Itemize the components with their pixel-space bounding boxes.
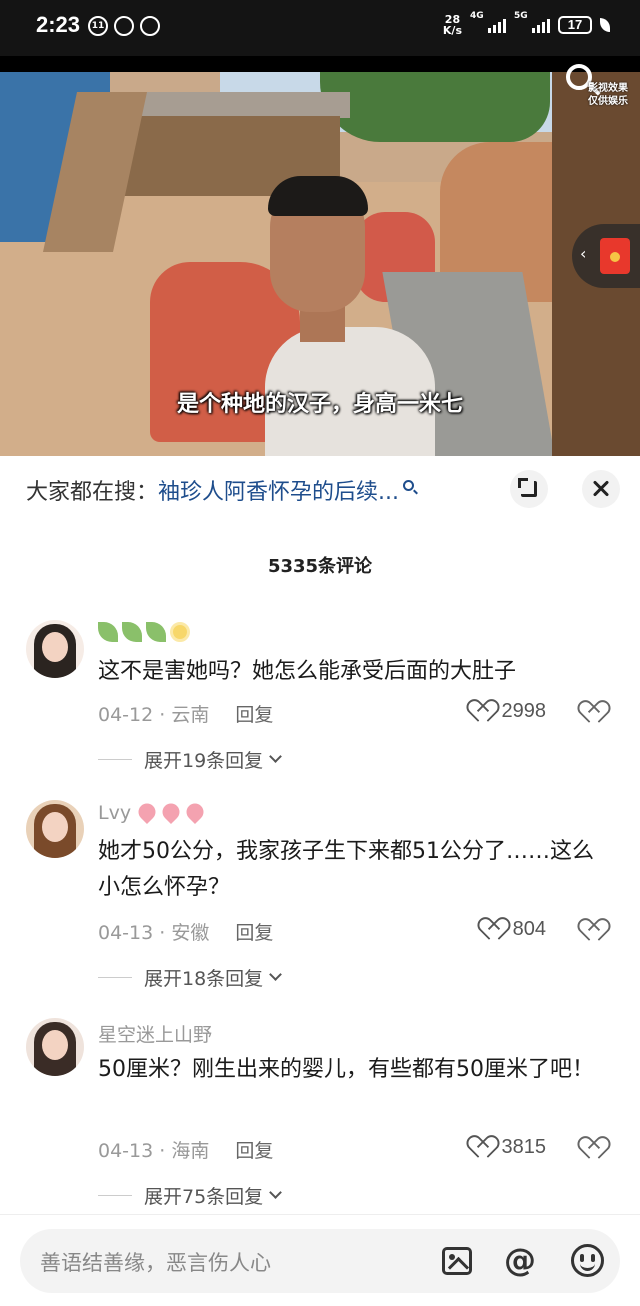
chevron-down-icon: [269, 750, 283, 763]
leaf-emoji-icon: [146, 622, 166, 642]
overlay-disclaimer-line1: 影视效果: [588, 83, 628, 94]
expand-replies-label: 展开18条回复: [144, 968, 264, 990]
expand-replies-button[interactable]: 展开75条回复: [98, 1182, 283, 1209]
comment-meta: 04-12 · 云南 回复: [98, 704, 274, 726]
comment-username[interactable]: [98, 622, 194, 644]
avatar[interactable]: [26, 1018, 84, 1076]
comment-location: 安徽: [171, 922, 210, 944]
clover-emoji-icon: [122, 622, 142, 642]
chevron-left-icon: ‹: [580, 244, 587, 263]
trending-search-query[interactable]: 袖珍人阿香怀孕的后续...: [158, 480, 399, 505]
like-button[interactable]: 804: [483, 918, 546, 941]
comment-date: 04-13: [98, 922, 154, 944]
network-speed-unit: K/s: [442, 24, 462, 37]
status-right-icons: 28 K/s 4G 5G 17: [443, 11, 610, 36]
comment-date: 04-12: [98, 704, 154, 726]
comment-text: 这不是害她吗？她怎么能承受后面的大肚子: [98, 659, 517, 684]
like-button[interactable]: 3815: [472, 1136, 547, 1159]
heart-icon: [472, 1137, 496, 1159]
status-time: 2:23: [36, 12, 81, 37]
trending-search-prefix: 大家都在搜：: [26, 480, 159, 505]
comment-input-bar: 善语结善缘，恶言伤人心 @: [0, 1214, 640, 1306]
comment-location: 云南: [171, 704, 210, 726]
divider: [98, 759, 132, 760]
comment-username[interactable]: 星空迷上山野: [98, 1020, 212, 1047]
comment-location: 海南: [171, 1140, 210, 1162]
overlay-disclaimer: 影视效果 仅供娱乐: [588, 82, 628, 108]
comments-count: 5335条评论: [267, 556, 373, 577]
expand-replies-label: 展开75条回复: [144, 1186, 264, 1208]
expand-icon: [518, 478, 537, 497]
battery-icon: 17: [558, 16, 592, 34]
comment-username-text: 星空迷上山野: [98, 1024, 213, 1046]
signal-5g-icon: 5G: [514, 11, 550, 33]
comment-input-placeholder: 善语结善缘，恶言伤人心: [40, 1251, 271, 1275]
network-speed: 28 K/s: [443, 14, 462, 36]
reply-button[interactable]: 回复: [235, 922, 273, 944]
heart-emoji-icon: [135, 799, 160, 825]
reply-button[interactable]: 回复: [235, 704, 273, 726]
signal-4g-icon: 4G: [470, 11, 506, 33]
expand-replies-button[interactable]: 展开18条回复: [98, 964, 283, 991]
notification-badge-icon: 11: [88, 16, 108, 36]
alarm-icon: [114, 16, 134, 36]
trending-search[interactable]: 大家都在搜：袖珍人阿香怀孕的后续...: [26, 474, 546, 508]
network-type-4g: 4G: [470, 11, 484, 21]
heart-emoji-icon: [159, 799, 184, 825]
image-icon[interactable]: [442, 1247, 472, 1275]
network-type-5g: 5G: [514, 11, 528, 21]
search-icon: [403, 480, 414, 491]
chevron-down-icon: [269, 968, 283, 981]
comment-input[interactable]: 善语结善缘，恶言伤人心 @: [20, 1229, 620, 1293]
dislike-button[interactable]: [582, 1138, 608, 1162]
like-count: 2998: [501, 700, 547, 722]
like-button[interactable]: 2998: [472, 700, 547, 723]
avatar[interactable]: [26, 800, 84, 858]
chevron-down-icon: [269, 1186, 283, 1199]
heart-emoji-icon: [183, 799, 208, 825]
heart-icon: [472, 701, 496, 723]
status-bar: 2:23 11 28 K/s 4G 5G 17: [0, 0, 640, 56]
comment-meta: 04-13 · 海南 回复: [98, 1140, 274, 1162]
dislike-button[interactable]: [582, 920, 608, 944]
comment-date: 04-13: [98, 1140, 154, 1162]
status-notification-icons: 11: [88, 16, 160, 36]
power-saving-icon: [600, 18, 610, 32]
reply-button[interactable]: 回复: [235, 1140, 273, 1162]
divider: [98, 1195, 132, 1196]
comment-text: 50厘米？刚生出来的婴儿，有些都有50厘米了吧！: [98, 1057, 594, 1082]
red-envelope-icon: [600, 238, 630, 274]
like-count: 3815: [501, 1136, 547, 1158]
flower-emoji-icon: [170, 622, 190, 642]
overlay-disclaimer-line2: 仅供娱乐: [588, 96, 628, 107]
video-player[interactable]: 是个种地的汉子，身高一米七 影视效果 仅供娱乐 ‹: [0, 56, 640, 456]
video-subtitle: 是个种地的汉子，身高一米七: [176, 392, 463, 417]
comment-text: 她才50公分，我家孩子生下来都51公分了……这么小怎么怀孕？: [98, 839, 594, 900]
expand-replies-button[interactable]: 展开19条回复: [98, 746, 283, 773]
emoji-icon[interactable]: [571, 1244, 604, 1277]
red-packet-widget[interactable]: ‹: [572, 224, 640, 288]
heart-icon: [483, 919, 507, 941]
mute-icon: [140, 16, 160, 36]
avatar[interactable]: [26, 620, 84, 678]
mention-icon[interactable]: @: [504, 1241, 536, 1279]
like-count: 804: [512, 918, 546, 940]
divider: [98, 977, 132, 978]
comment-meta: 04-13 · 安徽 回复: [98, 922, 274, 944]
expand-sheet-button[interactable]: [510, 470, 548, 508]
leaf-emoji-icon: [98, 622, 118, 642]
comment-username[interactable]: Lvy: [98, 799, 209, 825]
expand-replies-label: 展开19条回复: [144, 750, 264, 772]
comment-username-text: Lvy: [98, 802, 132, 824]
dislike-button[interactable]: [582, 702, 608, 726]
close-button[interactable]: [582, 470, 620, 508]
comments-sheet: 大家都在搜：袖珍人阿香怀孕的后续... 5335条评论 这不是害她吗？她怎么能承…: [0, 456, 640, 1306]
